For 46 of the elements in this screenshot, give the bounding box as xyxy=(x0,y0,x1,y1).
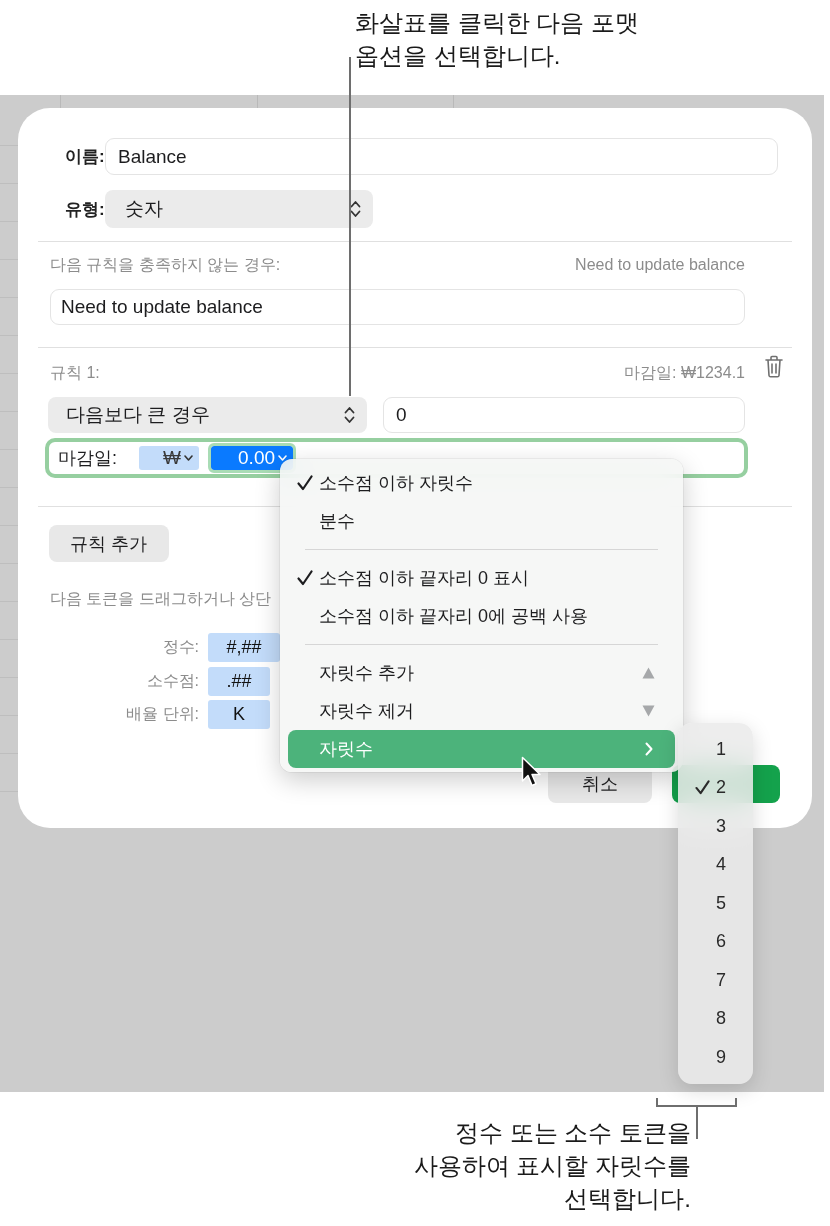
menu-item[interactable]: 자릿수 제거 xyxy=(288,692,675,730)
menu-item[interactable]: 소수점 이하 끝자리 0 표시 xyxy=(288,559,675,597)
token-label: 정수: xyxy=(162,637,199,657)
chevron-down-icon xyxy=(278,455,287,461)
chevron-right-icon xyxy=(645,742,653,756)
rule-label: 규칙 1: xyxy=(50,363,100,383)
format-token[interactable]: 0.00 xyxy=(211,446,293,470)
menu-item[interactable]: 5 xyxy=(678,884,753,923)
hint-text: 다음 토큰을 드래그하거나 상단 xyxy=(50,589,272,609)
menu-item[interactable]: 8 xyxy=(678,999,753,1038)
up-down-chevron-icon xyxy=(350,200,361,218)
format-token[interactable]: K xyxy=(208,700,270,729)
menu-item[interactable]: 2 xyxy=(678,768,753,807)
field-label: 이름: xyxy=(65,146,105,168)
callout-text: 화살표를 클릭한 다음 포맷 옵션을 선택합니다. xyxy=(355,8,639,71)
menu-item[interactable]: 1 xyxy=(678,730,753,769)
field-label: 유형: xyxy=(65,198,105,221)
menu-item[interactable]: 소수점 이하 끝자리 0에 공백 사용 xyxy=(288,597,675,635)
menu-item[interactable]: 4 xyxy=(678,845,753,884)
format-token[interactable]: #,## xyxy=(208,633,280,662)
add-rule-button[interactable]: 규칙 추가 xyxy=(49,525,169,562)
up-down-chevron-icon xyxy=(344,406,355,424)
message-field[interactable]: Need to update balance xyxy=(50,289,745,325)
menu-item[interactable]: 9 xyxy=(678,1038,753,1077)
triangle-up-icon xyxy=(642,667,655,679)
format-token[interactable]: .## xyxy=(208,666,270,696)
chevron-down-icon xyxy=(184,455,193,461)
menu-item[interactable]: 7 xyxy=(678,961,753,1000)
menu-item[interactable]: 자릿수 추가 xyxy=(288,654,675,692)
menu-item[interactable]: 분수 xyxy=(288,502,675,540)
menu-item[interactable]: 6 xyxy=(678,922,753,961)
token-label: 배율 단위: xyxy=(126,704,199,724)
trash-icon[interactable] xyxy=(765,354,783,378)
format-token[interactable]: ₩ xyxy=(139,446,199,470)
rule-preview: 마감일: ₩1234.1 xyxy=(624,363,745,383)
format-label: 마감일: xyxy=(58,447,117,470)
name-field[interactable]: Balance xyxy=(105,138,778,175)
triangle-down-icon xyxy=(642,705,655,717)
menu-item[interactable]: 3 xyxy=(678,807,753,846)
value-field[interactable]: 0 xyxy=(383,397,745,433)
token-label: 소수점: xyxy=(146,670,199,691)
message-preview: Need to update balance xyxy=(575,255,745,275)
section-label: 다음 규칙을 충족하지 않는 경우: xyxy=(50,255,281,275)
condition-select[interactable]: 다음보다 큰 경우 xyxy=(48,397,367,433)
callout-text: 정수 또는 소수 토큰을 사용하여 표시할 자릿수를 선택합니다. xyxy=(413,1118,691,1214)
type-select[interactable]: 숫자 xyxy=(105,190,373,228)
